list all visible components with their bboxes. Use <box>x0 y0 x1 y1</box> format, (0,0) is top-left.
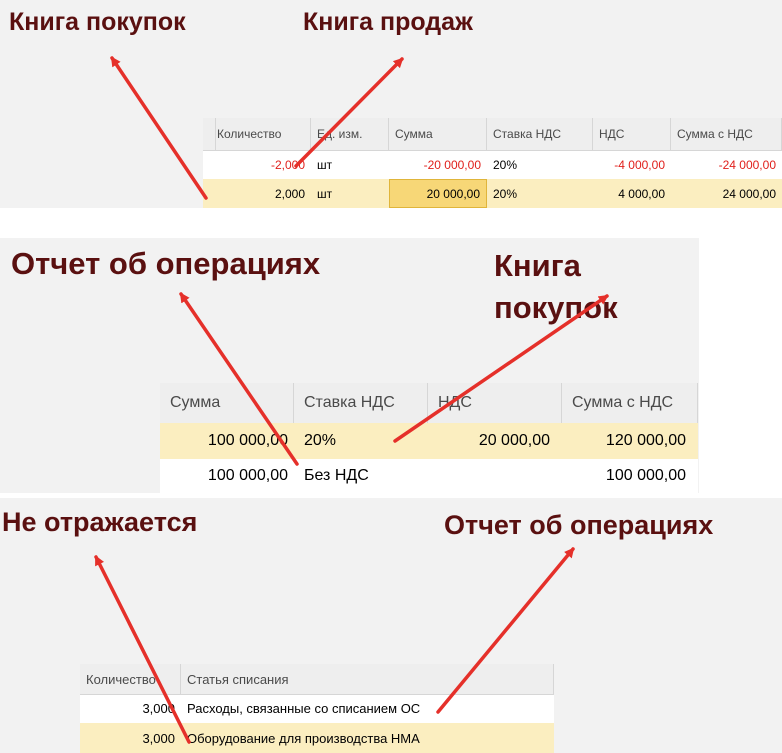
label-kniga-pokupok-2b: покупок <box>494 290 618 325</box>
cell-quantity: 2,000 <box>274 186 305 201</box>
cell-sum: 100 000,00 <box>207 432 288 449</box>
cell-vat: 4 000,00 <box>618 186 665 201</box>
col-header-vat-rate[interactable]: Ставка НДС <box>294 383 428 423</box>
cell-sum-active[interactable]: 20 000,00 <box>389 179 487 208</box>
cell-sum-with-vat: 100 000,00 <box>605 467 686 484</box>
table-row[interactable]: -2,000 шт -20 000,00 20% -4 000,00 -24 0… <box>203 150 782 179</box>
label-kniga-pokupok-2a: Книга <box>494 248 581 283</box>
label-kniga-pokupok-1: Книга покупок <box>9 8 186 36</box>
cell-sum-with-vat: 120 000,00 <box>605 432 686 449</box>
label-kniga-prodazh: Книга продаж <box>303 8 473 36</box>
cell-vat <box>428 459 562 493</box>
col-header-sum-with-vat[interactable]: Сумма с НДС <box>562 383 698 423</box>
table-row-selected[interactable]: 3,000 Оборудование для производства НМА <box>80 723 554 753</box>
cell-sum-with-vat: -24 000,00 <box>718 157 776 172</box>
cell-sum: -20 000,00 <box>423 157 481 172</box>
col-header-quantity[interactable]: Количество <box>80 664 181 694</box>
section2-table: Сумма Ставка НДС НДС Сумма с НДС 100 000… <box>160 383 698 493</box>
label-ne-otrazhaetsya: Не отражается <box>2 507 198 537</box>
col-header-write-off-item[interactable]: Статья списания <box>181 664 554 694</box>
table-row-selected[interactable]: 100 000,00 20% 20 000,00 120 000,00 <box>160 423 698 459</box>
cell-sum-with-vat: 24 000,00 <box>722 186 776 201</box>
cell-write-off-item: Оборудование для производства НМА <box>187 730 420 746</box>
table-row-selected[interactable]: 2,000 шт 20 000,00 20% 4 000,00 24 000,0… <box>203 179 782 208</box>
col-header-vat[interactable]: НДС <box>593 118 671 150</box>
col-header-vat-rate[interactable]: Ставка НДС <box>487 118 593 150</box>
label-otchet-ob-operaciyah-2: Отчет об операциях <box>444 510 714 540</box>
cell-unit: шт <box>317 157 333 172</box>
section3-table: Количество Статья списания 3,000 Расходы… <box>80 664 554 753</box>
table-row[interactable]: 100 000,00 Без НДС 100 000,00 <box>160 459 698 493</box>
table-header: Сумма Ставка НДС НДС Сумма с НДС <box>160 383 698 424</box>
cell-quantity: 3,000 <box>142 730 175 746</box>
col-header-sum[interactable]: Сумма <box>389 118 487 150</box>
cell-quantity: 3,000 <box>142 701 175 716</box>
cell-quantity: -2,000 <box>270 157 305 172</box>
table-header: Количество Ед. изм. Сумма Ставка НДС НДС… <box>203 118 782 151</box>
table-row[interactable]: 3,000 Расходы, связанные со списанием ОС <box>80 694 554 723</box>
table-header: Количество Статья списания <box>80 664 554 695</box>
col-header-unit[interactable]: Ед. изм. <box>311 118 389 150</box>
cell-vat-rate: 20% <box>493 157 518 172</box>
cell-vat: -4 000,00 <box>614 157 665 172</box>
cell-vat-rate: Без НДС <box>304 467 369 484</box>
cell-vat-rate: 20% <box>493 186 518 201</box>
cell-vat-rate: 20% <box>304 432 337 449</box>
cell-write-off-item: Расходы, связанные со списанием ОС <box>187 701 421 716</box>
section1-table: Количество Ед. изм. Сумма Ставка НДС НДС… <box>203 118 782 208</box>
cell-vat: 20 000,00 <box>478 432 550 449</box>
label-otchet-ob-operaciyah-1: Отчет об операциях <box>11 246 321 281</box>
col-header-quantity[interactable]: Количество <box>211 118 311 150</box>
cell-unit: шт <box>317 186 333 201</box>
cell-sum: 100 000,00 <box>207 467 288 484</box>
col-header-sum-with-vat[interactable]: Сумма с НДС <box>671 118 782 150</box>
col-header-vat[interactable]: НДС <box>428 383 562 423</box>
col-header-sum[interactable]: Сумма <box>160 383 294 423</box>
